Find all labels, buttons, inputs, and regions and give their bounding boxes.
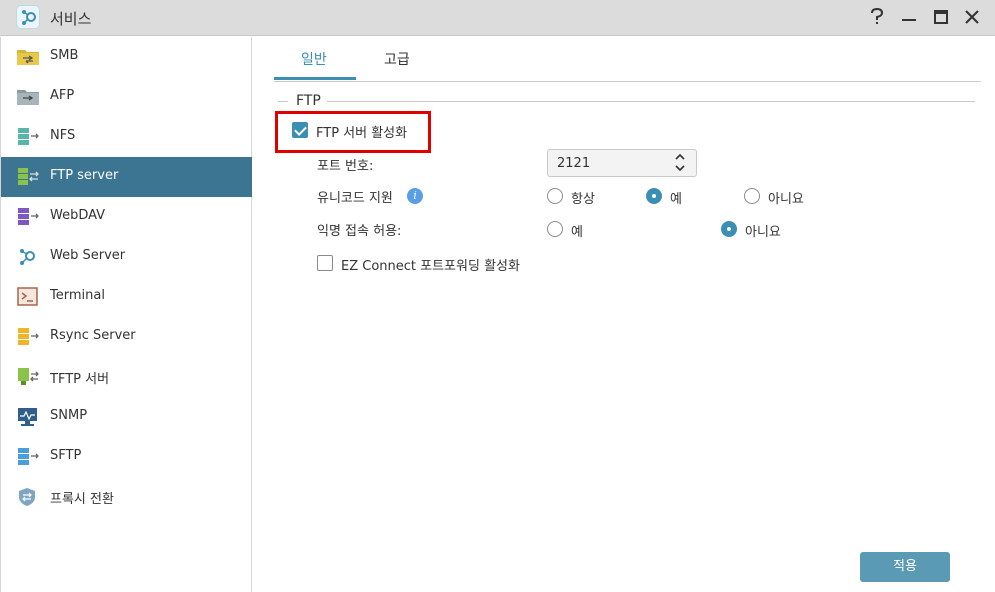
sidebar-item-web-server[interactable]: Web Server xyxy=(1,237,252,277)
active-tab-indicator xyxy=(274,77,356,80)
anonymous-no-radio[interactable] xyxy=(721,221,737,237)
unicode-label: 유니코드 지원 xyxy=(317,191,393,206)
port-number-input[interactable]: 2121 xyxy=(547,149,697,177)
help-icon[interactable] xyxy=(866,6,888,28)
sidebar-item-terminal[interactable]: Terminal xyxy=(1,277,252,317)
tab-advanced[interactable]: 고급 xyxy=(384,49,410,69)
unicode-always-radio[interactable] xyxy=(547,188,563,204)
sidebar-item-tftp-server[interactable]: TFTP 서버 xyxy=(1,357,252,397)
sftp-icon xyxy=(16,447,40,467)
unicode-no-radio[interactable] xyxy=(744,188,760,204)
enable-ftp-label[interactable]: FTP 서버 활성화 xyxy=(316,122,407,141)
proxy-shield-icon xyxy=(16,487,40,507)
close-icon[interactable] xyxy=(961,6,983,28)
sidebar-item-nfs[interactable]: NFS xyxy=(1,117,252,157)
sidebar-item-ftp-server[interactable]: FTP server xyxy=(1,157,252,197)
fieldset-line xyxy=(278,101,288,102)
sidebar-item-webdav[interactable]: WebDAV xyxy=(1,197,252,237)
anonymous-label: 익명 접속 허용: xyxy=(317,224,402,239)
ftp-section-legend: FTP xyxy=(296,93,321,109)
afp-folder-icon xyxy=(16,87,40,107)
smb-folder-icon xyxy=(16,47,40,67)
webdav-icon xyxy=(16,207,40,227)
unicode-yes-radio[interactable] xyxy=(646,188,662,204)
enable-ftp-checkbox[interactable] xyxy=(292,122,308,138)
web-server-icon xyxy=(16,247,40,267)
sidebar-item-snmp[interactable]: SNMP xyxy=(1,397,252,437)
service-sidebar: SMB AFP NFS FTP server WebDAV Web Server xyxy=(0,37,252,592)
spin-down-icon[interactable] xyxy=(673,164,687,174)
tab-bar: 일반 고급 xyxy=(274,37,981,82)
ftp-icon xyxy=(16,167,40,187)
anonymous-no-label[interactable]: 아니요 xyxy=(745,221,781,240)
apply-button[interactable]: 적용 xyxy=(860,552,950,582)
terminal-icon xyxy=(16,287,40,307)
tftp-icon xyxy=(16,367,40,387)
title-bar: 서비스 xyxy=(0,0,995,36)
anonymous-yes-label[interactable]: 예 xyxy=(571,221,583,240)
ez-connect-checkbox[interactable] xyxy=(317,255,333,271)
nfs-icon xyxy=(16,127,40,147)
port-label: 포트 번호: xyxy=(317,159,374,174)
info-icon[interactable]: i xyxy=(407,188,423,204)
sidebar-item-sftp[interactable]: SFTP xyxy=(1,437,252,477)
main-panel: 일반 고급 FTP FTP 서버 활성화 포트 번호: 2121 유니코드 지원… xyxy=(253,37,995,592)
fieldset-line xyxy=(327,101,975,102)
anonymous-yes-radio[interactable] xyxy=(547,221,563,237)
maximize-icon[interactable] xyxy=(930,6,952,28)
port-value: 2121 xyxy=(557,156,591,171)
window-title: 서비스 xyxy=(50,10,92,28)
services-app-icon xyxy=(16,5,40,29)
tab-general[interactable]: 일반 xyxy=(301,49,327,69)
unicode-always-label[interactable]: 항상 xyxy=(571,188,595,207)
unicode-no-label[interactable]: 아니요 xyxy=(768,188,804,207)
sidebar-item-smb[interactable]: SMB xyxy=(1,37,252,77)
unicode-yes-label[interactable]: 예 xyxy=(670,188,682,207)
sidebar-item-proxy[interactable]: 프록시 전환 xyxy=(1,477,252,517)
minimize-icon[interactable] xyxy=(898,6,920,28)
ez-connect-label[interactable]: EZ Connect 포트포워딩 활성화 xyxy=(341,255,520,274)
sidebar-item-afp[interactable]: AFP xyxy=(1,77,252,117)
spin-up-icon[interactable] xyxy=(673,153,687,163)
rsync-icon xyxy=(16,327,40,347)
snmp-icon xyxy=(16,407,40,427)
sidebar-item-rsync-server[interactable]: Rsync Server xyxy=(1,317,252,357)
